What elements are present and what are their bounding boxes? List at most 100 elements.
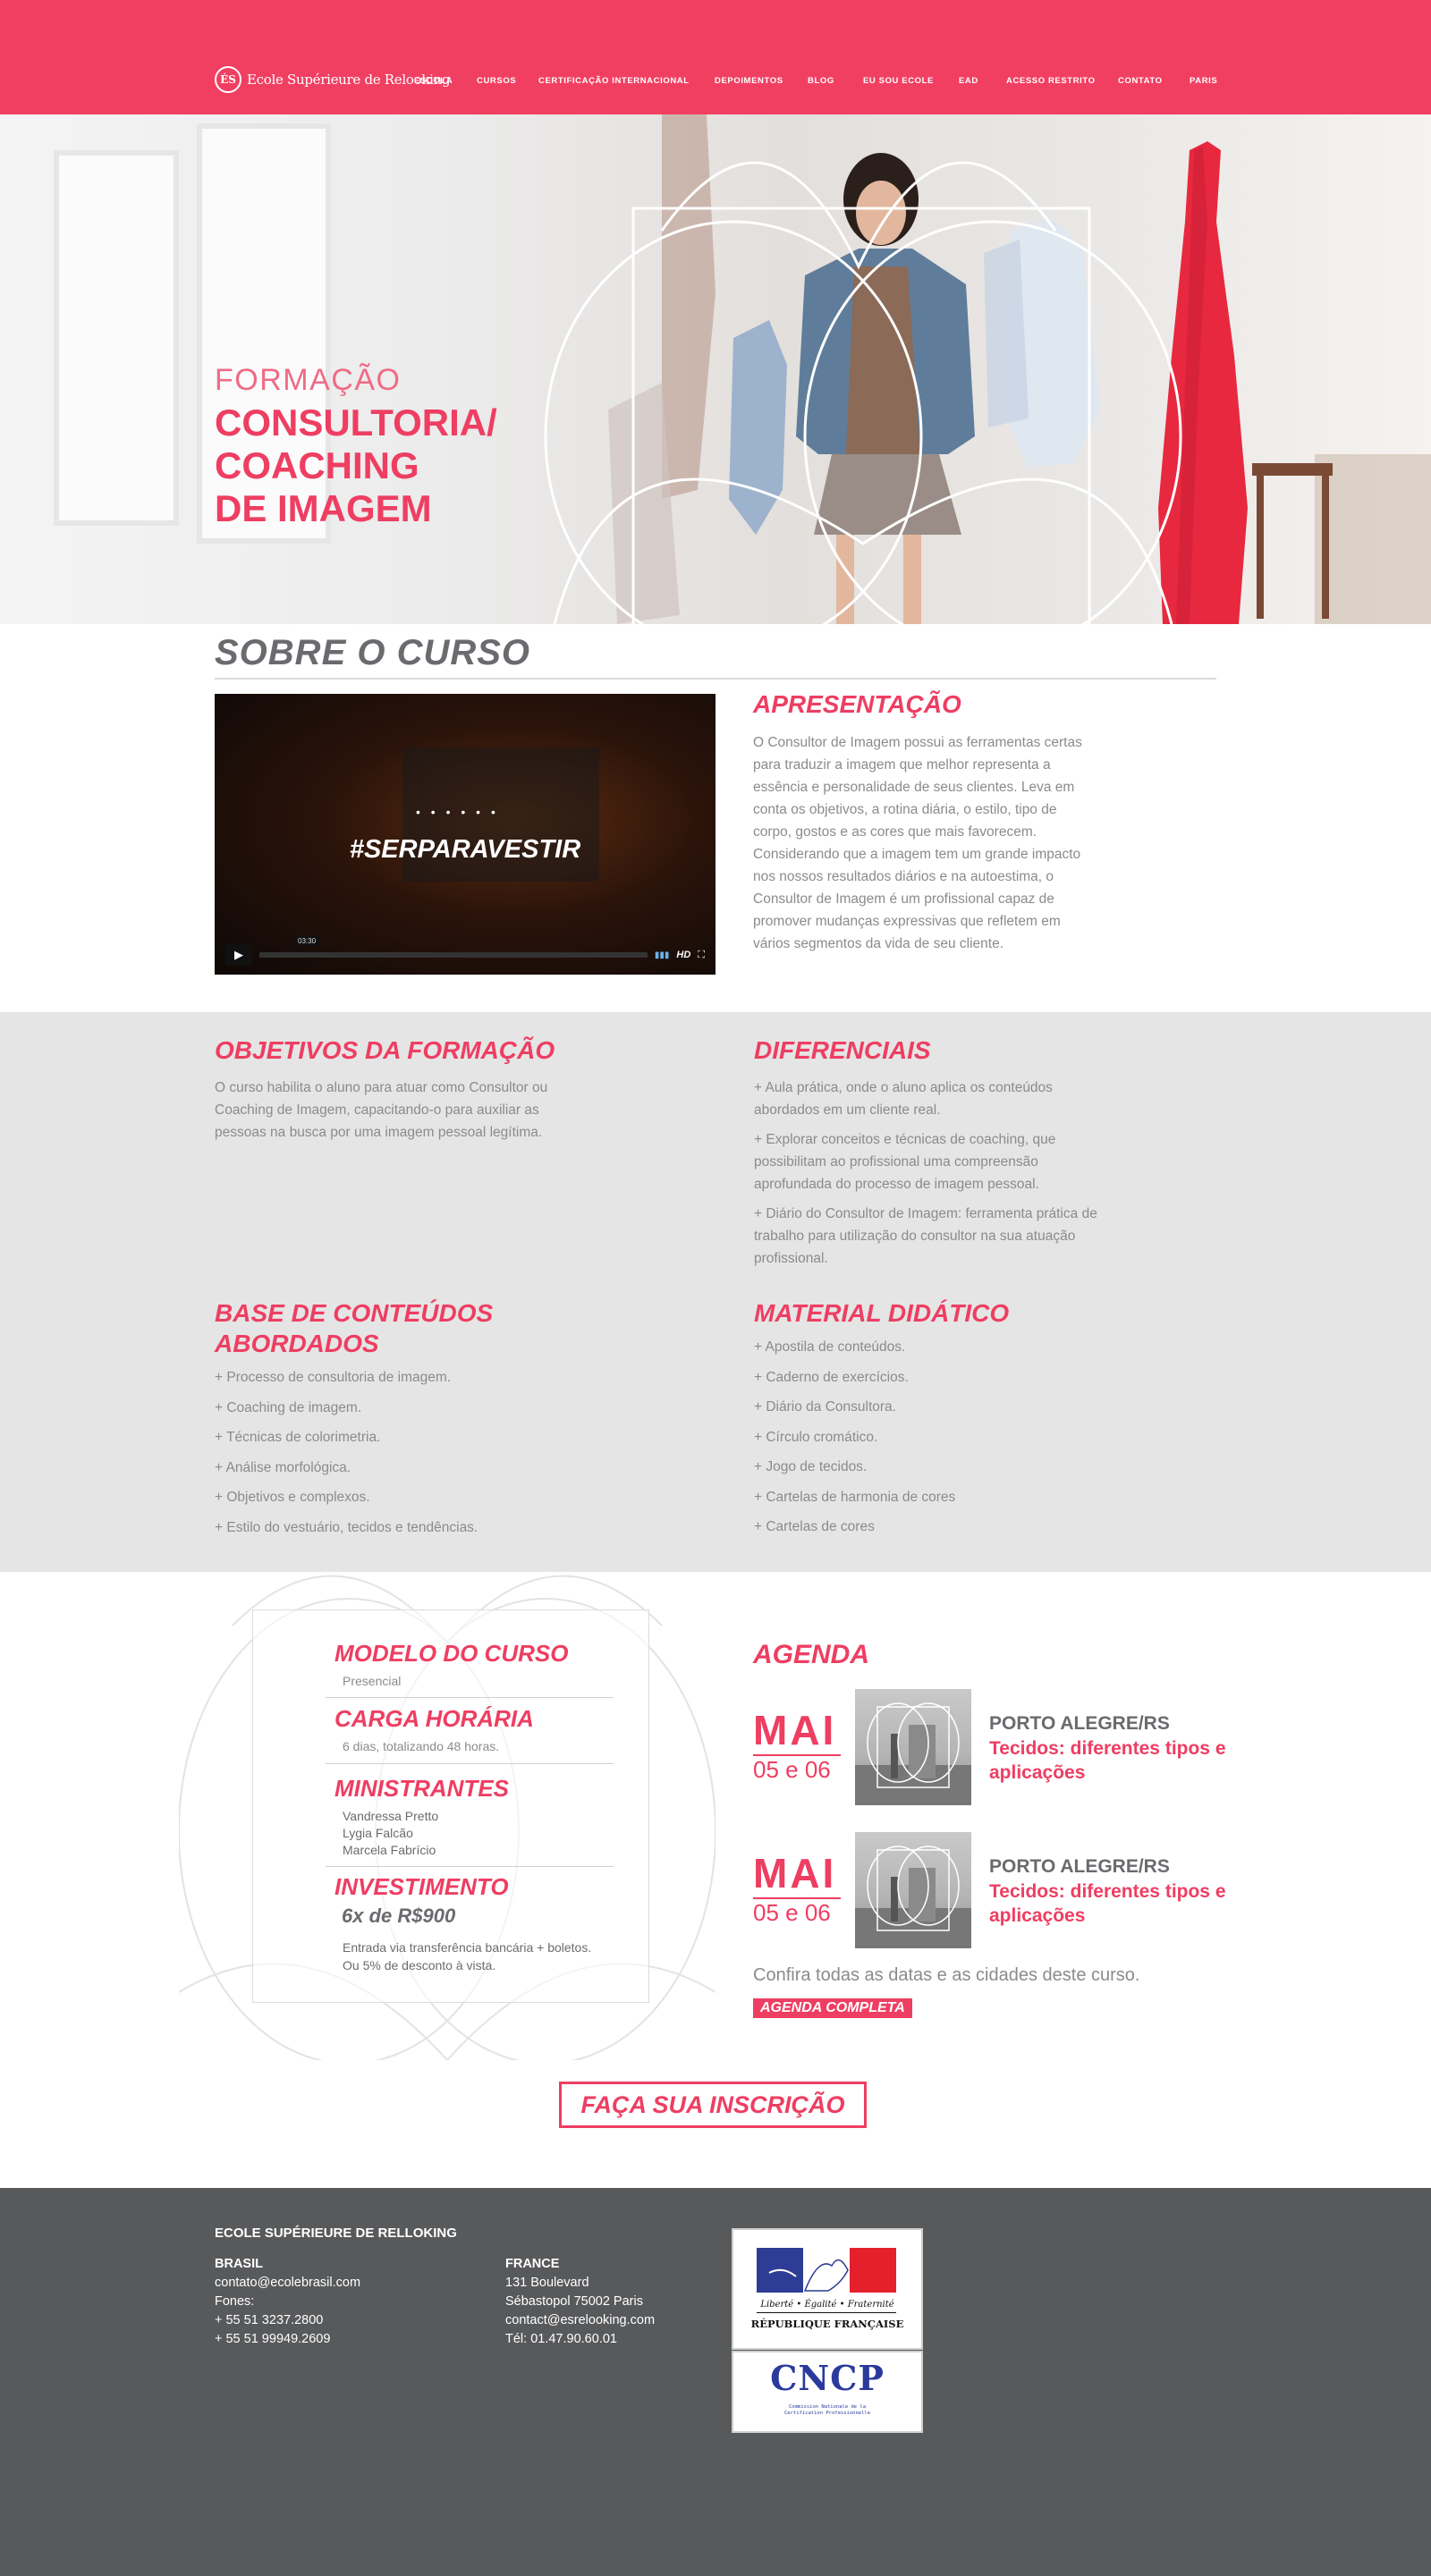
footer-phone[interactable]: + 55 51 3237.2800 (215, 2311, 360, 2330)
site-header: ÉS Ecole Supérieure de Relooking ESCOLA … (0, 0, 1431, 114)
video-dots: • • • • • • (416, 805, 499, 819)
nav-item-paris[interactable]: PARIS (1190, 76, 1217, 86)
event-thumbnail-art (855, 1702, 971, 1805)
investment-title: INVESTIMENTO (334, 1873, 509, 1900)
event-days: 05 e 06 (753, 1756, 831, 1783)
republique-francaise-logo: Liberté • Égalité • Fraternité RÉPUBLIQU… (732, 2228, 923, 2350)
video-time: 03:30 (295, 936, 319, 946)
contents-title-line: ABORDADOS (215, 1330, 379, 1357)
section-title-about: SOBRE O CURSO (215, 633, 531, 672)
list-item: + Jogo de tecidos. (754, 1459, 868, 1474)
nav-item-escola[interactable]: ESCOLA (414, 76, 453, 86)
nav-item-ead[interactable]: EAD (959, 76, 978, 86)
event-thumbnail (855, 1689, 971, 1805)
hero-title: CONSULTORIA/ COACHING DE IMAGEM (215, 401, 497, 530)
hero-subtitle: FORMAÇÃO (215, 363, 402, 397)
divider (757, 2312, 896, 2313)
footer-france: FRANCE 131 Boulevard Sébastopol 75002 Pa… (505, 2255, 655, 2349)
footer-email-link[interactable]: contact@esrelooking.com (505, 2311, 655, 2330)
divider (326, 1866, 614, 1867)
divider (326, 1763, 614, 1764)
hero-title-line: DE IMAGEM (215, 487, 432, 529)
differentials-title: DIFERENCIAIS (754, 1036, 931, 1064)
nav-item-certificacao[interactable]: CERTIFICAÇÃO INTERNACIONAL (538, 76, 690, 86)
list-item: + Círculo cromático. (754, 1429, 878, 1445)
rf-name: RÉPUBLIQUE FRANÇAISE (750, 2318, 904, 2330)
list-item: + Análise morfológica. (215, 1459, 351, 1475)
event-thumbnail-art (855, 1845, 971, 1948)
list-item: + Cartelas de cores (754, 1519, 875, 1534)
nav-item-acesso-restrito[interactable]: ACESSO RESTRITO (1006, 76, 1096, 86)
volume-icon[interactable]: ▮▮▮ (655, 950, 670, 960)
list-item: + Explorar conceitos e técnicas de coach… (754, 1132, 1056, 1192)
contents-title-line: BASE DE CONTEÚDOS (215, 1299, 494, 1327)
material-list: + Apostila de conteúdos. + Caderno de ex… (754, 1339, 955, 1550)
hero-banner: FORMAÇÃO CONSULTORIA/ COACHING DE IMAGEM (0, 114, 1431, 624)
play-button[interactable]: ▶ (225, 944, 252, 966)
presentation-title: APRESENTAÇÃO (753, 690, 961, 718)
footer-phone[interactable]: + 55 51 99949.2609 (215, 2330, 360, 2349)
footer-line: 131 Boulevard (505, 2276, 589, 2290)
price: 6x de R$900 (342, 1905, 456, 1927)
contents-title: BASE DE CONTEÚDOS ABORDADOS (215, 1298, 493, 1359)
nav-item-blog[interactable]: BLOG (808, 76, 834, 86)
video-controls: ▶ 03:30 ▮▮▮ HD ⛶ (225, 936, 705, 966)
load-title: CARGA HORÁRIA (334, 1705, 534, 1732)
agenda-note: Confira todas as datas e as cidades dest… (753, 1965, 1140, 1985)
video-hashtag: #SERPARAVESTIR (349, 835, 581, 864)
list-item: + Aula prática, onde o aluno aplica os c… (754, 1080, 1053, 1118)
video-progress-track[interactable]: 03:30 (259, 936, 648, 958)
event-city: PORTO ALEGRE/RS (989, 1856, 1170, 1877)
nav-item-contato[interactable]: CONTATO (1118, 76, 1163, 86)
full-agenda-button[interactable]: AGENDA COMPLETA (753, 1998, 912, 2018)
divider (215, 678, 1216, 680)
fullscreen-icon[interactable]: ⛶ (698, 950, 705, 961)
cncp-wordmark: CNCP (770, 2358, 885, 2398)
ministers-list: Vandressa Pretto Lygia Falcão Marcela Fa… (343, 1808, 438, 1859)
footer-email-link[interactable]: contato@ecolebrasil.com (215, 2274, 360, 2293)
model-value: Presencial (343, 1674, 402, 1688)
price-note-line: Ou 5% de desconto à vista. (343, 1958, 496, 1972)
nav-item-eu-sou-ecole[interactable]: EU SOU ECOLE (863, 76, 934, 86)
differentials-list: + Aula prática, onde o aluno aplica os c… (754, 1077, 1112, 1277)
presentation-text: O Consultor de Imagem possui as ferramen… (753, 735, 1082, 951)
nav-item-depoimentos[interactable]: DEPOIMENTOS (715, 76, 783, 86)
list-item: + Processo de consultoria de imagem. (215, 1370, 452, 1385)
cncp-logo: CNCP Commission Nationale de la Certific… (732, 2351, 923, 2433)
event-days: 05 e 06 (753, 1899, 831, 1926)
rf-motto: Liberté • Égalité • Fraternité (760, 2300, 894, 2310)
footer-line: Fones: (215, 2294, 255, 2309)
model-title: MODELO DO CURSO (334, 1640, 569, 1667)
logo-mark: ÉS (215, 66, 241, 93)
list-item: + Objetivos e complexos. (215, 1490, 370, 1505)
objectives-text: O curso habilita o aluno para atuar como… (215, 1080, 548, 1140)
play-icon: ▶ (234, 948, 243, 961)
cncp-text: Commission Nationale de la Certification… (783, 2404, 871, 2416)
nav-item-cursos[interactable]: CURSOS (477, 76, 516, 86)
list-item: + Estilo do vestuário, tecidos e tendênc… (215, 1519, 478, 1535)
republique-francaise-emblem (757, 2248, 896, 2293)
list-item: + Caderno de exercícios. (754, 1369, 909, 1385)
list-item: + Técnicas de colorimetria. (215, 1430, 381, 1445)
agenda-title: AGENDA (753, 1640, 870, 1669)
hd-toggle[interactable]: HD (676, 950, 690, 960)
enroll-button[interactable]: FAÇA SUA INSCRIÇÃO (559, 2082, 867, 2128)
event-topic: Tecidos: diferentes tipos e aplicações (989, 1738, 1226, 1783)
footer-line: Sébastopol 75002 Paris (505, 2294, 643, 2309)
footer-heading: FRANCE (505, 2257, 560, 2271)
objectives-title: OBJETIVOS DA FORMAÇÃO (215, 1036, 555, 1064)
event-city: PORTO ALEGRE/RS (989, 1713, 1170, 1734)
list-item: + Diário da Consultora. (754, 1399, 896, 1415)
site-footer: ECOLE SUPÉRIEURE DE RELLOKING BRASIL con… (0, 2188, 1431, 2576)
minister-name: Vandressa Pretto (343, 1809, 439, 1823)
course-details-section: OBJETIVOS DA FORMAÇÃO O curso habilita o… (0, 1012, 1431, 1572)
list-item: + Coaching de imagem. (215, 1399, 362, 1415)
event-month: MAI (753, 1707, 837, 1753)
footer-heading: BRASIL (215, 2257, 263, 2271)
footer-brasil: BRASIL contato@ecolebrasil.com Fones: + … (215, 2255, 360, 2349)
list-item: + Diário do Consultor de Imagem: ferrame… (754, 1206, 1097, 1266)
video-player[interactable]: • • • • • • #SERPARAVESTIR ▶ 03:30 ▮▮▮ H… (215, 694, 716, 975)
hero-text: FORMAÇÃO CONSULTORIA/ COACHING DE IMAGEM (215, 363, 497, 530)
footer-phone[interactable]: Tél: 01.47.90.60.01 (505, 2330, 655, 2349)
event-thumbnail (855, 1832, 971, 1948)
